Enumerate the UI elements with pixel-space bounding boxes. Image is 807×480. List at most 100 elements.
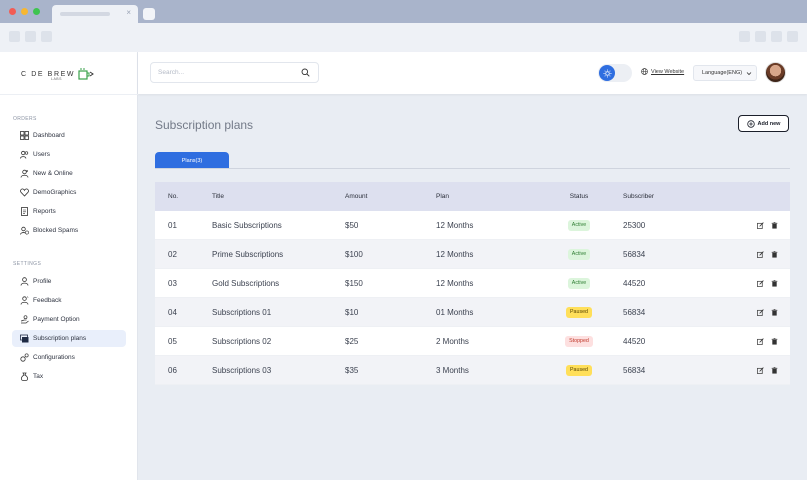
col-header-plan: Plan <box>436 193 450 200</box>
language-select[interactable]: Language(ENG) <box>693 65 757 81</box>
minimize-window-icon[interactable] <box>21 8 28 15</box>
sidebar-item-label: Tax <box>33 373 44 380</box>
add-new-button[interactable]: Add new <box>738 115 789 132</box>
sidebar-item-label: Blocked Spams <box>33 227 79 234</box>
delete-icon[interactable] <box>770 308 778 316</box>
sidebar-item-dashboard[interactable]: Dashboard <box>12 127 126 144</box>
cell-no: 02 <box>168 249 177 259</box>
cell-status: Paused <box>544 306 614 318</box>
edit-icon[interactable] <box>756 279 764 287</box>
back-icon[interactable] <box>9 31 20 42</box>
cell-subscriber: 25300 <box>623 220 646 230</box>
cell-plan: 12 Months <box>436 220 474 230</box>
tab-underline <box>155 168 790 169</box>
extension-icon[interactable] <box>739 31 750 42</box>
extension-icon[interactable] <box>755 31 766 42</box>
col-header-amount: Amount <box>345 193 368 200</box>
edit-icon[interactable] <box>756 366 764 374</box>
reports-icon <box>20 207 29 216</box>
sidebar-item-reports[interactable]: Reports <box>12 203 126 220</box>
status-badge: Active <box>567 248 591 260</box>
table-row[interactable]: 01 Basic Subscriptions $50 12 Months Active 2… <box>155 211 790 240</box>
edit-icon[interactable] <box>756 337 764 345</box>
delete-icon[interactable] <box>770 366 778 374</box>
sidebar-item-profile[interactable]: Profile <box>12 273 126 290</box>
cell-title: Basic Subscriptions <box>212 220 282 230</box>
brand-logo[interactable]: C DE BREW LABS <box>21 67 94 81</box>
table-row[interactable]: 04 Subscriptions 01 $10 01 Months Paused 5683… <box>155 298 790 327</box>
sidebar-item-blocked-spams[interactable]: Blocked Spams <box>12 222 126 239</box>
page-title: Subscription plans <box>155 118 254 132</box>
theme-toggle[interactable] <box>598 64 632 82</box>
col-header-status: Status <box>569 193 589 200</box>
edit-icon[interactable] <box>756 250 764 258</box>
reload-icon[interactable] <box>41 31 52 42</box>
table-row[interactable]: 02 Prime Subscriptions $100 12 Months Active… <box>155 240 790 269</box>
sidebar: C DE BREW LABS ORDERS Dashboard Users Ne… <box>0 52 138 480</box>
sidebar-item-label: Payment Option <box>33 316 80 323</box>
close-tab-icon[interactable]: × <box>126 8 131 17</box>
tax-icon <box>20 372 29 381</box>
feedback-icon <box>20 296 29 305</box>
cell-actions <box>709 250 790 258</box>
globe-icon <box>641 68 648 75</box>
cell-amount: $35 <box>345 365 359 375</box>
browser-titlebar: × <box>0 0 807 23</box>
sidebar-item-label: Subscription plans <box>33 335 87 342</box>
cell-actions <box>709 308 790 316</box>
cell-actions <box>709 279 790 287</box>
cell-plan: 2 Months <box>436 336 469 346</box>
add-new-label: Add new <box>757 120 781 127</box>
sidebar-item-configurations[interactable]: Configurations <box>12 349 126 366</box>
cell-subscriber: 56834 <box>623 307 646 317</box>
sidebar-item-label: Configurations <box>33 354 75 361</box>
view-website-link[interactable]: View Website <box>641 68 684 75</box>
cell-no: 05 <box>168 336 177 346</box>
cell-status: Active <box>544 219 614 231</box>
table-row[interactable]: 05 Subscriptions 02 $25 2 Months Stopped 4452… <box>155 327 790 356</box>
sidebar-item-users[interactable]: Users <box>12 146 126 163</box>
delete-icon[interactable] <box>770 337 778 345</box>
search-icon[interactable] <box>301 68 310 79</box>
section-title-settings: SETTINGS <box>13 261 42 267</box>
forward-icon[interactable] <box>25 31 36 42</box>
sidebar-item-feedback[interactable]: Feedback <box>12 292 126 309</box>
delete-icon[interactable] <box>770 221 778 229</box>
menu-icon[interactable] <box>787 31 798 42</box>
col-header-title: Title <box>212 193 225 200</box>
close-window-icon[interactable] <box>9 8 16 15</box>
cell-status: Active <box>544 248 614 260</box>
browser-toolbar <box>0 23 807 52</box>
cell-title: Prime Subscriptions <box>212 249 284 259</box>
edit-icon[interactable] <box>756 221 764 229</box>
sun-icon <box>599 65 615 81</box>
status-badge: Paused <box>566 306 592 318</box>
sidebar-item-demographics[interactable]: DemoGraphics <box>12 184 126 201</box>
status-badge: Stopped <box>565 335 593 347</box>
browser-tab[interactable]: × <box>52 5 138 23</box>
extension-icon[interactable] <box>771 31 782 42</box>
cell-title: Subscriptions 01 <box>212 307 272 317</box>
cell-status: Active <box>544 277 614 289</box>
delete-icon[interactable] <box>770 250 778 258</box>
sidebar-item-subscription-plans[interactable]: Subscription plans <box>12 330 126 347</box>
sidebar-item-payment-option[interactable]: Payment Option <box>12 311 126 328</box>
maximize-window-icon[interactable] <box>33 8 40 15</box>
search-input[interactable] <box>158 63 298 82</box>
cell-subscriber: 56834 <box>623 249 646 259</box>
table-row[interactable]: 03 Gold Subscriptions $150 12 Months Active 4… <box>155 269 790 298</box>
brand-name: C DE BREW <box>21 70 76 78</box>
brand-sub: LABS <box>51 77 62 81</box>
cell-status: Stopped <box>544 335 614 347</box>
heart-icon <box>20 188 29 197</box>
user-avatar[interactable] <box>765 62 786 83</box>
sidebar-item-tax[interactable]: Tax <box>12 368 126 385</box>
tab-plans[interactable]: Plans(3) <box>155 152 229 169</box>
delete-icon[interactable] <box>770 279 778 287</box>
edit-icon[interactable] <box>756 308 764 316</box>
new-tab-button[interactable] <box>143 8 155 20</box>
cell-title: Gold Subscriptions <box>212 278 280 288</box>
table-row[interactable]: 06 Subscriptions 03 $35 3 Months Paused 56834 <box>155 356 790 385</box>
sidebar-item-new-online[interactable]: New & Online <box>12 165 126 182</box>
sidebar-item-label: Dashboard <box>33 132 65 139</box>
